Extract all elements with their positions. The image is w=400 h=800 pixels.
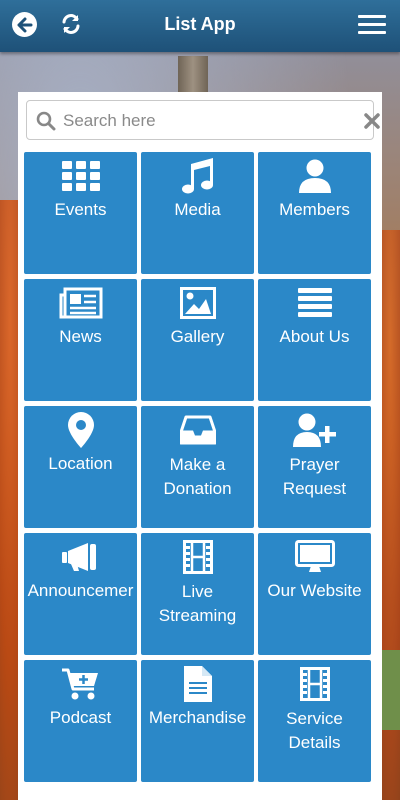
tile-podcast[interactable]: Podcast bbox=[24, 660, 137, 782]
content-panel: Events Media Members News bbox=[18, 92, 382, 800]
tile-events[interactable]: Events bbox=[24, 152, 137, 274]
top-bar: List App bbox=[0, 0, 400, 52]
tile-label: Service Details bbox=[286, 709, 343, 752]
add-user-icon bbox=[292, 413, 336, 447]
film-icon bbox=[182, 540, 213, 574]
tile-label: Make a Donation bbox=[163, 455, 232, 498]
tile-location[interactable]: Location bbox=[24, 406, 137, 528]
menu-line bbox=[358, 31, 386, 34]
tile-media[interactable]: Media bbox=[141, 152, 254, 274]
hamburger-menu-button[interactable] bbox=[358, 15, 386, 35]
tile-live-streaming[interactable]: Live Streaming bbox=[141, 533, 254, 655]
tile-service-details[interactable]: Service Details bbox=[258, 660, 371, 782]
tile-label: Podcast bbox=[49, 708, 112, 727]
tile-label: Media bbox=[174, 200, 221, 219]
tile-gallery[interactable]: Gallery bbox=[141, 279, 254, 401]
tile-label: Prayer Request bbox=[282, 455, 347, 498]
tile-members[interactable]: Members bbox=[258, 152, 371, 274]
monitor-icon bbox=[294, 540, 335, 572]
tile-merchandise[interactable]: Merchandise bbox=[141, 660, 254, 782]
megaphone-icon bbox=[61, 543, 96, 571]
menu-line bbox=[358, 23, 386, 26]
tile-news[interactable]: News bbox=[24, 279, 137, 401]
page-title: List App bbox=[164, 14, 236, 34]
music-icon bbox=[181, 158, 213, 194]
tile-prayer-request[interactable]: Prayer Request bbox=[258, 406, 371, 528]
clear-search-icon[interactable] bbox=[363, 112, 381, 130]
map-pin-icon bbox=[67, 412, 94, 448]
tile-about-us[interactable]: About Us bbox=[258, 279, 371, 401]
film-icon bbox=[299, 667, 330, 701]
tile-label: Live Streaming bbox=[158, 582, 237, 625]
picture-icon bbox=[179, 287, 216, 319]
document-icon bbox=[183, 666, 212, 702]
cart-plus-icon bbox=[61, 668, 98, 700]
tile-announcements[interactable]: Announcemer bbox=[24, 533, 137, 655]
search-bar bbox=[26, 100, 380, 140]
tile-label: Merchandise bbox=[148, 708, 247, 727]
tile-label: Members bbox=[279, 200, 350, 219]
tile-label: Announcemer bbox=[27, 581, 134, 600]
inbox-icon bbox=[179, 415, 216, 445]
list-icon bbox=[297, 288, 332, 317]
search-input[interactable] bbox=[63, 109, 343, 133]
menu-grid: Events Media Members News Gallery About … bbox=[24, 152, 372, 782]
tile-make-a-donation[interactable]: Make a Donation bbox=[141, 406, 254, 528]
tile-label: News bbox=[59, 327, 102, 346]
menu-line bbox=[358, 15, 386, 18]
user-icon bbox=[298, 159, 331, 193]
tile-label: Events bbox=[54, 200, 107, 219]
tile-label: Gallery bbox=[170, 327, 225, 346]
tile-our-website[interactable]: Our Website bbox=[258, 533, 371, 655]
search-icon bbox=[36, 111, 56, 131]
grid-icon bbox=[61, 161, 100, 191]
tile-label: Our Website bbox=[267, 581, 362, 600]
tile-label: About Us bbox=[279, 327, 350, 346]
tile-label: Location bbox=[48, 454, 113, 473]
newspaper-icon bbox=[59, 287, 102, 319]
